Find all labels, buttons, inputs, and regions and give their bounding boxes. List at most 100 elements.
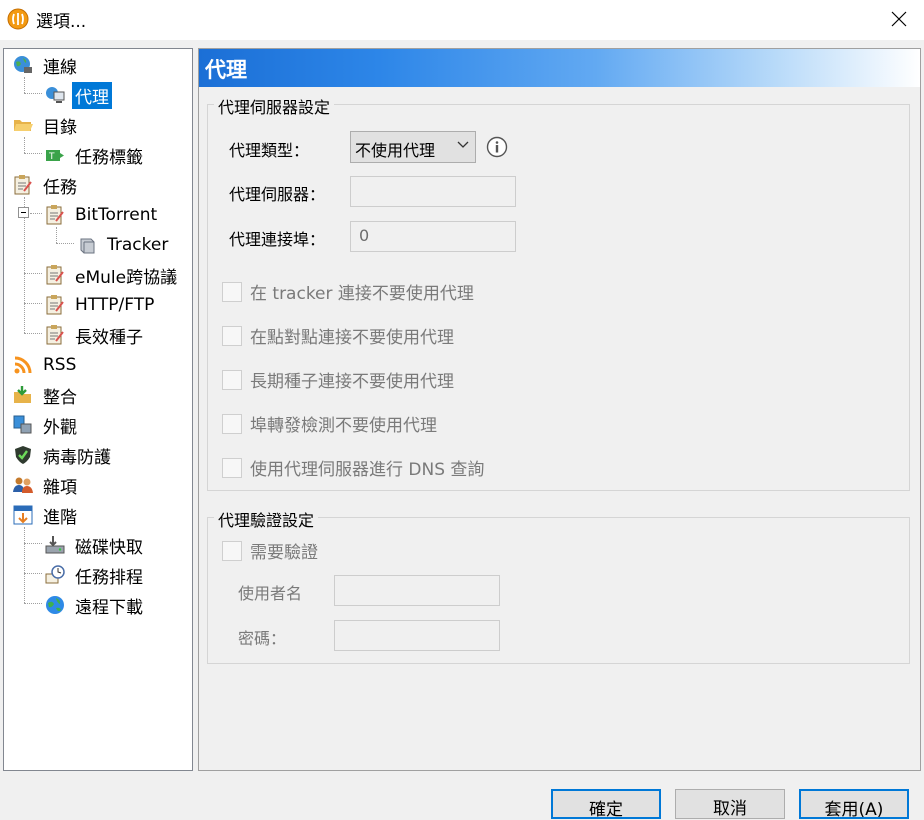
tree-item-tracker[interactable]: Tracker (76, 231, 171, 259)
checkbox-box (222, 325, 242, 346)
proxy-type-value: 不使用代理 (355, 141, 436, 160)
checkbox-label: 在點對點連接不要使用代理 (250, 328, 454, 348)
proxy-auth-group: 代理驗證設定 需要驗證 使用者名 密碼： (207, 507, 910, 664)
remote-globe-icon (46, 596, 64, 614)
tree-item-directories[interactable]: 目錄 (12, 111, 80, 139)
tree-item-label: 任務 (43, 177, 77, 198)
tree-item-misc[interactable]: 雜項 (12, 471, 80, 499)
checkbox-box (222, 540, 242, 561)
proxy-port-label: 代理連接埠： (229, 230, 326, 249)
checkbox-box (222, 369, 242, 390)
tree-item-label: BitTorrent (75, 205, 158, 225)
tree-item-rss[interactable]: RSS (12, 351, 79, 379)
tree-item-label: 遠程下載 (75, 597, 143, 618)
no-proxy-long-seed-checkbox[interactable]: 長期種子連接不要使用代理 (222, 367, 454, 392)
tree-item-remote-download[interactable]: 遠程下載 (44, 591, 146, 619)
server-icon (80, 238, 95, 254)
clipboard-task-icon (46, 265, 64, 285)
tree-item-label: 磁碟快取 (75, 537, 143, 558)
tree-item-label: 長效種子 (75, 327, 143, 348)
users-icon (13, 477, 33, 493)
proxy-port-input[interactable]: 0 (350, 221, 516, 252)
title-bar: 選項... (0, 0, 924, 40)
tree-item-label: HTTP/FTP (75, 295, 155, 315)
group-title: 代理驗證設定 (214, 507, 319, 531)
no-proxy-peer-checkbox[interactable]: 在點對點連接不要使用代理 (222, 323, 454, 348)
no-proxy-tracker-checkbox[interactable]: 在 tracker 連接不要使用代理 (222, 279, 474, 304)
tree-item-connection[interactable]: 連線 (12, 51, 80, 79)
apply-button[interactable]: 套用(A) (799, 789, 909, 820)
options-tree[interactable]: 連線 代理 目錄 T 任務標籤 任務 BitTorrent Tracker eM… (3, 48, 193, 771)
tree-item-label: 外觀 (43, 417, 77, 438)
clipboard-task-icon (14, 175, 32, 195)
bittorrent-collapse-toggle[interactable] (18, 207, 29, 218)
tree-item-label: 病毒防護 (43, 447, 111, 468)
tree-item-disk-cache[interactable]: 磁碟快取 (44, 531, 146, 559)
proxy-computer-icon (46, 87, 65, 103)
tree-item-advanced[interactable]: 進階 (12, 501, 80, 529)
tree-item-label: 雜項 (43, 477, 77, 498)
appearance-icon (13, 415, 32, 434)
tree-item-label: 任務標籤 (75, 147, 143, 168)
checkbox-label: 需要驗證 (250, 543, 318, 563)
tree-item-bittorrent[interactable]: BitTorrent (44, 201, 160, 229)
svg-text:T: T (48, 152, 55, 162)
tree-item-label: 代理 (72, 81, 112, 109)
info-icon[interactable] (486, 136, 508, 158)
tree-item-tasks[interactable]: 任務 (12, 171, 80, 199)
tree-item-integration[interactable]: 整合 (12, 381, 80, 409)
clipboard-task-icon (46, 325, 64, 345)
settings-panel: 代理 代理伺服器設定 代理類型： 不使用代理 代理伺服器： 代理連接埠： 0 在… (198, 48, 921, 771)
close-button[interactable] (872, 0, 924, 40)
panel-title: 代理 (205, 58, 247, 82)
tree-item-appearance[interactable]: 外觀 (12, 411, 80, 439)
tree-item-label: 任務排程 (75, 567, 143, 588)
scheduler-icon (45, 565, 65, 584)
group-title: 代理伺服器設定 (214, 94, 335, 118)
username-input[interactable] (334, 575, 500, 606)
rss-icon (14, 356, 32, 374)
tree-item-label: eMule跨協議 (75, 267, 178, 288)
checkbox-label: 長期種子連接不要使用代理 (250, 372, 454, 392)
disk-cache-icon (45, 536, 65, 554)
clipboard-task-icon (46, 295, 64, 315)
tree-item-task-tags[interactable]: T 任務標籤 (44, 141, 146, 169)
proxy-type-label: 代理類型： (229, 141, 310, 160)
proxy-dns-checkbox[interactable]: 使用代理伺服器進行 DNS 查詢 (222, 455, 484, 480)
tree-item-antivirus[interactable]: 病毒防護 (12, 441, 114, 469)
folder-arrow-icon (14, 386, 31, 403)
proxy-type-select[interactable]: 不使用代理 (350, 131, 476, 163)
tree-item-http-ftp[interactable]: HTTP/FTP (44, 291, 157, 319)
chevron-down-icon (457, 141, 469, 148)
shield-icon (15, 446, 31, 464)
tree-item-long-seeding[interactable]: 長效種子 (44, 321, 146, 349)
qbittorrent-icon (7, 8, 29, 30)
password-input[interactable] (334, 620, 500, 651)
clipboard-task-icon (46, 205, 64, 225)
tree-item-label: Tracker (107, 235, 169, 255)
proxy-server-input[interactable] (350, 176, 516, 207)
checkbox-label: 在 tracker 連接不要使用代理 (250, 284, 474, 304)
tree-item-label: 整合 (43, 387, 77, 408)
tree-item-label: 目錄 (43, 117, 77, 138)
checkbox-box (222, 413, 242, 434)
proxy-server-label: 代理伺服器： (229, 185, 326, 204)
tree-item-label: 連線 (43, 57, 77, 78)
password-label: 密碼： (238, 629, 287, 648)
tree-item-label: 進階 (43, 507, 77, 528)
tree-item-emule[interactable]: eMule跨協議 (44, 261, 180, 289)
checkbox-box (222, 457, 242, 478)
cancel-button[interactable]: 取消 (675, 789, 785, 819)
no-proxy-port-forward-checkbox[interactable]: 埠轉發檢測不要使用代理 (222, 411, 437, 436)
globe-network-icon (14, 56, 32, 73)
require-auth-checkbox[interactable]: 需要驗證 (222, 538, 318, 563)
tree-item-scheduler[interactable]: 任務排程 (44, 561, 146, 589)
checkbox-label: 使用代理伺服器進行 DNS 查詢 (250, 460, 485, 480)
close-icon (891, 11, 907, 27)
tree-item-label: RSS (43, 355, 77, 375)
tree-item-proxy[interactable]: 代理 (44, 81, 112, 109)
advanced-window-icon (13, 505, 33, 525)
ok-button[interactable]: 確定 (551, 789, 661, 820)
window-title: 選項... (36, 12, 87, 32)
checkbox-label: 埠轉發檢測不要使用代理 (250, 416, 437, 436)
